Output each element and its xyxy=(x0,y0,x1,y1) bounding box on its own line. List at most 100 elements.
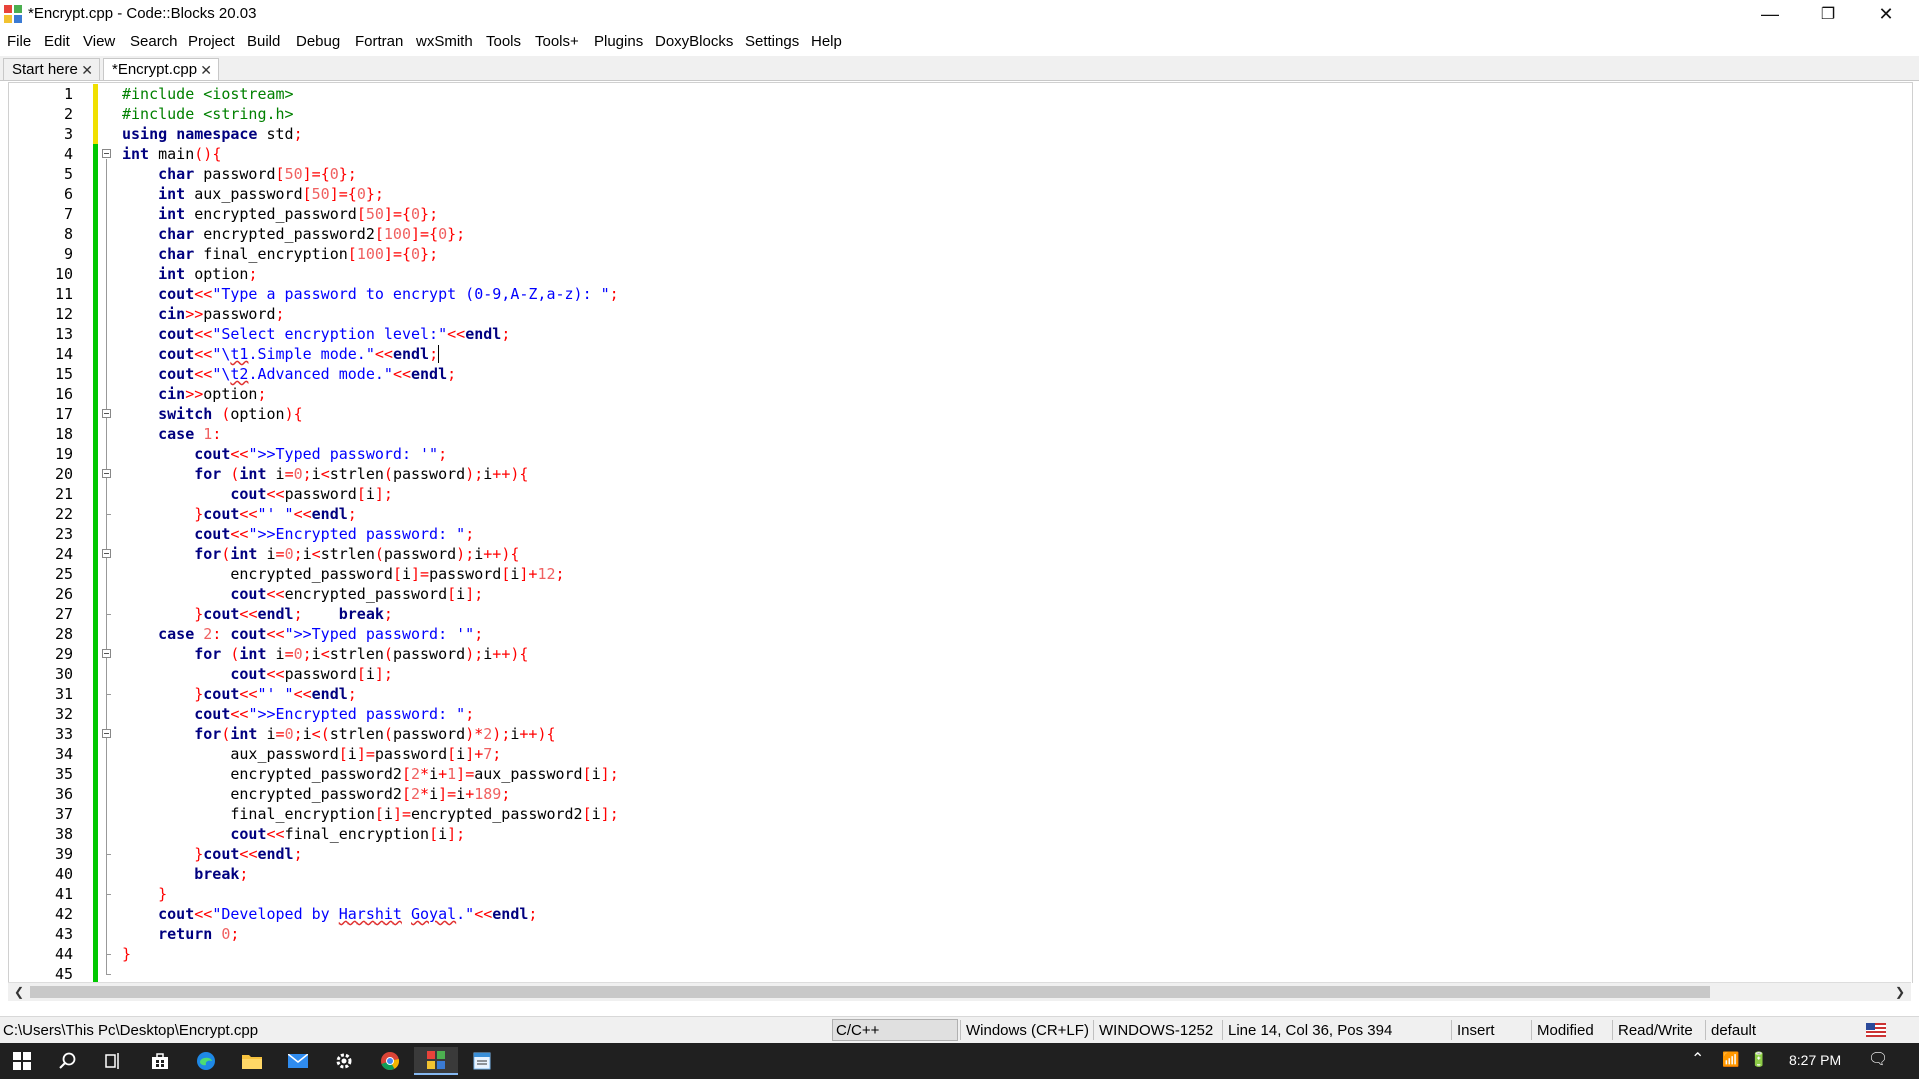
code-line[interactable]: cout<<">>Typed password: '"; xyxy=(122,444,447,464)
tab-encrypt-cpp[interactable]: *Encrypt.cpp ✕ xyxy=(103,58,219,80)
menu-fortran[interactable]: Fortran xyxy=(355,33,403,50)
code-line[interactable]: cout<<">>Encrypted password: "; xyxy=(122,704,474,724)
tab-label: Start here xyxy=(12,61,78,78)
code-line[interactable]: cout<<"Type a password to encrypt (0-9,A… xyxy=(122,284,619,304)
menu-build[interactable]: Build xyxy=(247,33,280,50)
code-area[interactable]: #include <iostream> #include <string.h> us… xyxy=(122,83,1902,983)
menu-settings[interactable]: Settings xyxy=(745,33,799,50)
code-line[interactable]: break; xyxy=(122,864,248,884)
fold-margin[interactable] xyxy=(100,83,116,983)
code-line[interactable]: encrypted_password2[2*i]=i+189; xyxy=(122,784,510,804)
restore-button[interactable]: ❐ xyxy=(1799,0,1857,29)
codeblocks-icon[interactable] xyxy=(414,1047,458,1075)
menu-file[interactable]: File xyxy=(7,33,31,50)
code-line[interactable]: cout<<final_encryption[i]; xyxy=(122,824,465,844)
code-line[interactable]: int main(){ xyxy=(122,144,221,164)
menu-edit[interactable]: Edit xyxy=(44,33,70,50)
start-icon[interactable] xyxy=(0,1047,44,1075)
menu-project[interactable]: Project xyxy=(188,33,235,50)
code-line[interactable]: cout<<"Developed by Harshit Goyal."<<end… xyxy=(122,904,537,924)
close-icon[interactable]: ✕ xyxy=(81,59,93,81)
code-line[interactable]: cout<<"Select encryption level:"<<endl; xyxy=(122,324,510,344)
code-line[interactable]: cout<<"\t1.Simple mode."<<endl; xyxy=(122,344,438,364)
wifi-icon[interactable]: 📶 xyxy=(1722,1051,1739,1068)
settings-icon[interactable] xyxy=(322,1047,366,1075)
tab-start-here[interactable]: Start here ✕ xyxy=(3,58,100,80)
store-icon[interactable] xyxy=(138,1047,182,1075)
file-explorer-icon[interactable] xyxy=(230,1047,274,1075)
code-line[interactable]: }cout<<endl; xyxy=(122,844,302,864)
fold-toggle-icon[interactable] xyxy=(102,469,111,478)
notifications-icon[interactable]: 🗨 xyxy=(1868,1049,1888,1069)
horizontal-scrollbar[interactable]: ❮ ❯ xyxy=(8,982,1911,1001)
code-line[interactable]: return 0; xyxy=(122,924,239,944)
line-number: 1 xyxy=(63,85,73,103)
code-line[interactable]: cout<<">>Encrypted password: "; xyxy=(122,524,474,544)
scroll-left-icon[interactable]: ❮ xyxy=(10,983,28,1001)
search-icon[interactable] xyxy=(46,1047,90,1075)
code-line[interactable]: int encrypted_password[50]={0}; xyxy=(122,204,438,224)
code-line[interactable]: case 1: xyxy=(122,424,221,444)
scroll-right-icon[interactable]: ❯ xyxy=(1891,983,1909,1001)
menu-view[interactable]: View xyxy=(83,33,115,50)
fold-toggle-icon[interactable] xyxy=(102,549,111,558)
code-line[interactable]: char password[50]={0}; xyxy=(122,164,357,184)
menu-wxsmith[interactable]: wxSmith xyxy=(416,33,473,50)
code-line[interactable]: using namespace std; xyxy=(122,124,303,144)
code-line[interactable]: } xyxy=(122,944,131,964)
code-line[interactable]: }cout<<endl; break; xyxy=(122,604,393,624)
menu-tools[interactable]: Tools xyxy=(486,33,521,50)
notepad-icon[interactable] xyxy=(460,1047,504,1075)
code-line[interactable]: cout<<password[i]; xyxy=(122,664,393,684)
menu-tools-plus[interactable]: Tools+ xyxy=(535,33,579,50)
code-line[interactable]: }cout<<"' "<<endl; xyxy=(122,684,357,704)
menu-doxyblocks[interactable]: DoxyBlocks xyxy=(655,33,733,50)
code-line[interactable]: cin>>password; xyxy=(122,304,284,324)
code-line[interactable]: final_encryption[i]=encrypted_password2[… xyxy=(122,804,618,824)
battery-icon[interactable]: 🔋 xyxy=(1750,1051,1767,1068)
code-line[interactable]: cin>>option; xyxy=(122,384,266,404)
code-editor[interactable]: 1 2 3 4 5 6 7 8 9 10 11 12 13 14 15 16 17 18 19 20 21 22 23 24 2… xyxy=(8,82,1913,984)
code-line[interactable]: int aux_password[50]={0}; xyxy=(122,184,384,204)
code-line[interactable]: char final_encryption[100]={0}; xyxy=(122,244,438,264)
code-line[interactable]: encrypted_password2[2*i+1]=aux_password[… xyxy=(122,764,618,784)
code-line[interactable]: for (int i=0;i<strlen(password);i++){ xyxy=(122,464,528,484)
code-line[interactable]: }cout<<"' "<<endl; xyxy=(122,504,357,524)
code-line[interactable]: } xyxy=(122,884,167,904)
tray-chevron-icon[interactable]: ⌃ xyxy=(1691,1049,1704,1069)
edge-icon[interactable] xyxy=(184,1047,228,1075)
fold-toggle-icon[interactable] xyxy=(102,729,111,738)
close-icon[interactable]: ✕ xyxy=(200,59,212,81)
clock[interactable]: 8:27 PM xyxy=(1789,1052,1841,1068)
menu-debug[interactable]: Debug xyxy=(296,33,340,50)
code-line[interactable]: for(int i=0;i<strlen(password);i++){ xyxy=(122,544,519,564)
code-line[interactable]: encrypted_password[i]=password[i]+12; xyxy=(122,564,564,584)
code-line[interactable]: #include <string.h> xyxy=(122,104,294,124)
menu-help[interactable]: Help xyxy=(811,33,842,50)
mail-icon[interactable] xyxy=(276,1047,320,1075)
code-line[interactable]: for(int i=0;i<(strlen(password)*2);i++){ xyxy=(122,724,555,744)
line-number: 36 xyxy=(54,785,73,803)
menu-plugins[interactable]: Plugins xyxy=(594,33,643,50)
code-line[interactable]: int option; xyxy=(122,264,257,284)
close-window-button[interactable]: ✕ xyxy=(1857,0,1915,29)
code-line[interactable]: cout<<encrypted_password[i]; xyxy=(122,584,483,604)
menu-search[interactable]: Search xyxy=(130,33,178,50)
chrome-icon[interactable] xyxy=(368,1047,412,1075)
code-line[interactable]: switch (option){ xyxy=(122,404,303,424)
scrollbar-thumb[interactable] xyxy=(30,986,1710,998)
status-encoding: WINDOWS-1252 xyxy=(1099,1022,1214,1039)
task-view-icon[interactable] xyxy=(90,1047,134,1075)
code-line[interactable]: case 2: cout<<">>Typed password: '"; xyxy=(122,624,483,644)
code-line[interactable]: #include <iostream> xyxy=(122,84,294,104)
code-line[interactable]: cout<<password[i]; xyxy=(122,484,393,504)
fold-toggle-icon[interactable] xyxy=(102,649,111,658)
fold-toggle-icon[interactable] xyxy=(102,149,111,158)
fold-toggle-icon[interactable] xyxy=(102,409,111,418)
code-line[interactable]: for (int i=0;i<strlen(password);i++){ xyxy=(122,644,528,664)
code-line[interactable]: cout<<"\t2.Advanced mode."<<endl; xyxy=(122,364,456,384)
status-divider xyxy=(960,1020,961,1040)
code-line[interactable]: aux_password[i]=password[i]+7; xyxy=(122,744,501,764)
code-line[interactable]: char encrypted_password2[100]={0}; xyxy=(122,224,465,244)
minimize-button[interactable]: — xyxy=(1741,0,1799,29)
